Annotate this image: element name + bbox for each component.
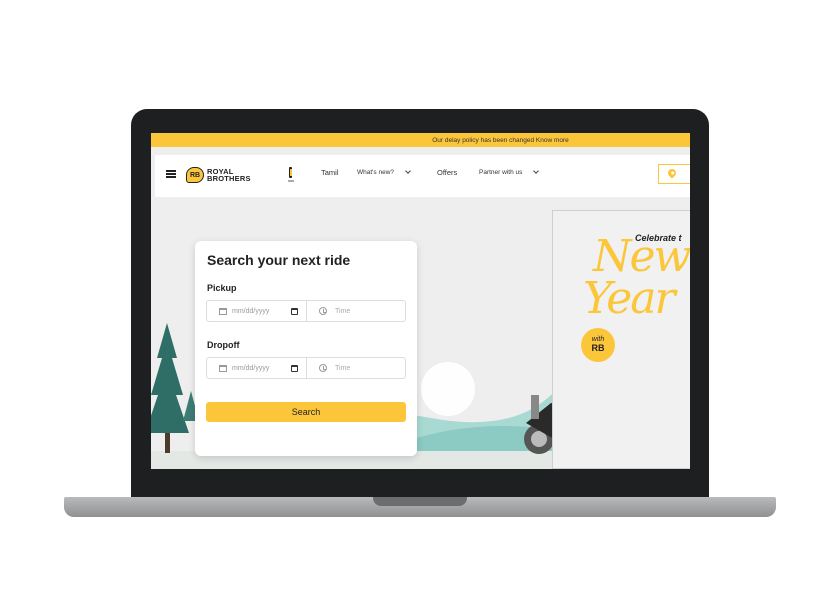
nav-city-tamil[interactable]: Tamil (321, 168, 339, 177)
calendar-icon (219, 364, 227, 372)
search-ride-card: Search your next ride Pickup mm/dd/yyyy … (195, 241, 417, 456)
date-picker-icon[interactable] (291, 308, 298, 315)
banner-celebrate-text: Celebrate t (635, 233, 682, 243)
new-year-banner[interactable]: New Celebrate t Year with RB (552, 210, 690, 469)
announcement-bar[interactable]: Our delay policy has been changed Know m… (151, 133, 690, 147)
search-button[interactable]: Search (206, 402, 406, 422)
pickup-date-placeholder: mm/dd/yyyy (232, 307, 270, 315)
nav-whats-new[interactable]: What's new? (357, 168, 411, 176)
nav-partner-with-us[interactable]: Partner with us (479, 168, 540, 176)
city-marker-icon (288, 167, 294, 183)
pickup-date-input[interactable]: mm/dd/yyyy (207, 301, 307, 321)
dropoff-label: Dropoff (207, 340, 240, 350)
laptop-notch (373, 497, 467, 506)
location-pin-icon (666, 167, 678, 179)
pickup-label: Pickup (207, 283, 237, 293)
location-selector-button[interactable] (658, 164, 690, 184)
search-card-title: Search your next ride (207, 252, 351, 268)
dropoff-time-placeholder: Time (335, 364, 351, 372)
clock-icon (319, 364, 327, 372)
dropoff-fields: mm/dd/yyyy Time (206, 357, 406, 379)
royal-brothers-logo[interactable]: RB ROYAL BROTHERS (186, 167, 251, 183)
date-picker-icon[interactable] (291, 365, 298, 372)
calendar-icon (219, 307, 227, 315)
chevron-down-icon (533, 168, 540, 174)
chevron-down-icon (405, 168, 411, 174)
dropoff-date-placeholder: mm/dd/yyyy (232, 364, 270, 372)
dropoff-date-input[interactable]: mm/dd/yyyy (207, 358, 307, 378)
dropoff-time-input[interactable]: Time (307, 358, 405, 378)
laptop-screen: Our delay policy has been changed Know m… (151, 133, 690, 469)
banner-year-text: Year (583, 273, 676, 324)
pickup-fields: mm/dd/yyyy Time (206, 300, 406, 322)
nav-offers[interactable]: Offers (437, 168, 457, 177)
pickup-time-input[interactable]: Time (307, 301, 405, 321)
hamburger-menu-icon[interactable] (166, 168, 176, 180)
announcement-text[interactable]: Our delay policy has been changed Know m… (432, 137, 569, 144)
site-header: RB ROYAL BROTHERS Tamil What's new? Offe… (155, 155, 690, 197)
pickup-time-placeholder: Time (335, 307, 351, 315)
logo-text: ROYAL BROTHERS (207, 166, 251, 183)
logo-badge: RB (186, 167, 204, 183)
with-rb-badge: with RB (581, 328, 615, 362)
clock-icon (319, 307, 327, 315)
